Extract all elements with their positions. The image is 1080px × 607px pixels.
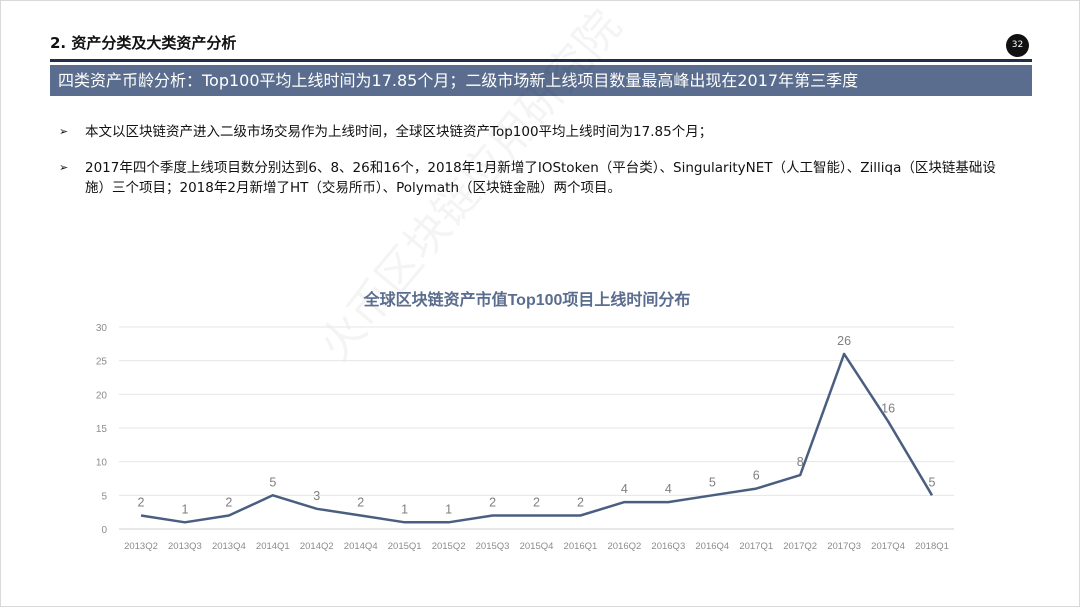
page-number-badge: 32 (1006, 34, 1029, 57)
x-tick-label: 2015Q2 (432, 541, 466, 552)
x-tick-label: 2014Q2 (300, 541, 334, 552)
x-tick-label: 2015Q1 (388, 541, 422, 552)
data-label: 1 (401, 502, 408, 516)
y-tick-label: 0 (101, 525, 107, 536)
x-tick-label: 2013Q4 (212, 541, 246, 552)
data-label: 2 (225, 496, 232, 510)
data-label: 2 (533, 496, 540, 510)
x-tick-label: 2016Q2 (607, 541, 641, 552)
y-tick-label: 20 (96, 390, 108, 401)
x-tick-label: 2017Q2 (783, 541, 817, 552)
y-tick-label: 5 (101, 491, 107, 502)
section-title: 2. 资产分类及大类资产分析 (50, 34, 237, 52)
data-label: 2 (577, 496, 584, 510)
x-tick-label: 2017Q1 (739, 541, 773, 552)
x-tick-label: 2013Q3 (168, 541, 202, 552)
x-tick-label: 2013Q2 (124, 541, 158, 552)
data-label: 5 (709, 475, 716, 489)
summary-banner: 四类资产币龄分析：Top100平均上线时间为17.85个月；二级市场新上线项目数… (50, 65, 1032, 96)
y-tick-label: 15 (96, 424, 108, 435)
data-label: 8 (797, 455, 804, 469)
data-label: 1 (181, 502, 188, 516)
bullet-item: ➢ 本文以区块链资产进入二级市场交易作为上线时间，全球区块链资产Top100平均… (59, 122, 1009, 142)
chart-title: 全球区块链资产市值Top100项目上线时间分布 (363, 290, 691, 309)
line-chart: 全球区块链资产市值Top100项目上线时间分布 0510152025302013… (96, 290, 954, 552)
bullet-text: 本文以区块链资产进入二级市场交易作为上线时间，全球区块链资产Top100平均上线… (85, 124, 713, 140)
data-label: 4 (621, 482, 628, 496)
data-label: 4 (665, 482, 672, 496)
x-tick-label: 2014Q4 (344, 541, 378, 552)
data-label: 3 (313, 489, 320, 503)
x-tick-label: 2016Q4 (695, 541, 729, 552)
header-divider (50, 59, 1032, 62)
x-tick-label: 2014Q1 (256, 541, 290, 552)
data-label: 16 (881, 401, 895, 415)
x-tick-label: 2016Q1 (564, 541, 598, 552)
bullet-item: ➢ 2017年四个季度上线项目数分别达到6、8、26和16个，2018年1月新增… (59, 158, 1009, 198)
x-tick-label: 2015Q3 (476, 541, 510, 552)
y-tick-label: 10 (96, 458, 108, 469)
x-tick-label: 2017Q3 (827, 541, 861, 552)
data-label: 5 (929, 475, 936, 489)
slide: 2. 资产分类及大类资产分析 32 四类资产币龄分析：Top100平均上线时间为… (0, 0, 1080, 607)
bullet-arrow-icon: ➢ (59, 161, 69, 174)
data-label: 5 (269, 475, 276, 489)
bullet-arrow-icon: ➢ (59, 125, 69, 138)
data-label: 1 (445, 502, 452, 516)
y-tick-label: 30 (96, 323, 108, 334)
data-label: 2 (489, 496, 496, 510)
x-tick-label: 2017Q4 (871, 541, 905, 552)
y-tick-label: 25 (96, 357, 108, 368)
bullet-text: 2017年四个季度上线项目数分别达到6、8、26和16个，2018年1月新增了I… (85, 160, 996, 196)
data-label: 6 (753, 469, 760, 483)
data-label: 2 (357, 496, 364, 510)
bullet-list: ➢ 本文以区块链资产进入二级市场交易作为上线时间，全球区块链资产Top100平均… (59, 122, 1009, 214)
x-tick-label: 2016Q3 (651, 541, 685, 552)
data-label: 2 (137, 496, 144, 510)
x-tick-label: 2015Q4 (520, 541, 554, 552)
x-tick-label: 2018Q1 (915, 541, 949, 552)
data-label: 26 (837, 334, 851, 348)
